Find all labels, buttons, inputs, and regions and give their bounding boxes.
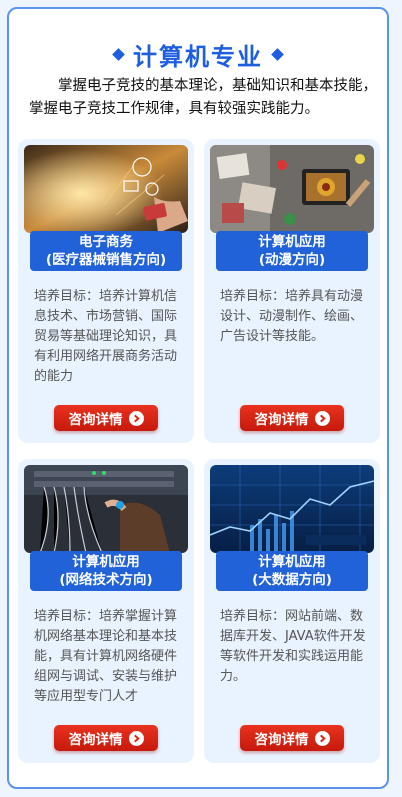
network-photo <box>24 465 188 553</box>
consult-button-label: 咨询详情 <box>68 412 123 428</box>
major-name: 电子商务 <box>79 234 133 250</box>
major-label: 电子商务 (医疗器械销售方向) <box>30 231 182 271</box>
major-direction: (动漫方向) <box>258 252 326 268</box>
content-frame: 计算机专业 掌握电子竞技的基本理论，基础知识和基本技能，掌握电子竞技工作规律，具… <box>7 7 389 789</box>
page-title: 计算机专业 <box>133 43 263 71</box>
chevron-right-icon <box>314 730 330 746</box>
consult-button[interactable]: 咨询详情 <box>240 725 344 751</box>
consult-button-label: 咨询详情 <box>254 412 309 428</box>
major-card-animation: 计算机应用 (动漫方向) 培养目标：培养具有动漫设计、动漫制作、绘画、广告设计等… <box>204 139 380 443</box>
diamond-right-icon <box>271 48 284 61</box>
major-description: 培养目标：培养具有动漫设计、动漫制作、绘画、广告设计等技能。 <box>220 289 364 344</box>
consult-button-label: 咨询详情 <box>68 732 123 748</box>
consult-button[interactable]: 咨询详情 <box>54 405 158 431</box>
bigdata-photo <box>210 465 374 553</box>
animation-photo <box>210 145 374 233</box>
major-card-ecommerce: 电子商务 (医疗器械销售方向) 培养目标：培养计算机信息技术、市场营销、国际贸易… <box>18 139 194 443</box>
major-card-bigdata: 计算机应用 (大数据方向) 培养目标：网站前端、数据库开发、JAVA软件开发等软… <box>204 459 380 763</box>
section-header: 计算机专业 <box>9 37 387 72</box>
diamond-left-icon <box>112 48 125 61</box>
chevron-right-icon <box>128 410 144 426</box>
major-name: 计算机应用 <box>258 554 326 570</box>
major-name: 计算机应用 <box>72 554 140 570</box>
major-label: 计算机应用 (网络技术方向) <box>30 551 182 591</box>
major-name: 计算机应用 <box>258 234 326 250</box>
major-direction: (网络技术方向) <box>59 572 153 588</box>
major-label: 计算机应用 (动漫方向) <box>216 231 368 271</box>
major-description: 培养目标：网站前端、数据库开发、JAVA软件开发等软件开发和实践运用能力。 <box>220 609 366 684</box>
intro-paragraph: 掌握电子竞技的基本理论，基础知识和基本技能，掌握电子竞技工作规律，具有较强实践能… <box>29 78 377 117</box>
major-description: 培养目标：培养计算机信息技术、市场营销、国际贸易等基础理论知识，具有利用网络开展… <box>34 289 178 384</box>
consult-button-label: 咨询详情 <box>254 732 309 748</box>
major-direction: (医疗器械销售方向) <box>45 252 167 268</box>
major-card-network: 计算机应用 (网络技术方向) 培养目标：培养掌握计算机网络基本理论和基本技能，具… <box>18 459 194 763</box>
ecommerce-photo <box>24 145 188 233</box>
major-direction: (大数据方向) <box>252 572 332 588</box>
chevron-right-icon <box>128 730 144 746</box>
consult-button[interactable]: 咨询详情 <box>54 725 158 751</box>
chevron-right-icon <box>314 410 330 426</box>
major-description: 培养目标：培养掌握计算机网络基本理论和基本技能，具有计算机网络硬件组网与调试、安… <box>34 609 178 704</box>
consult-button[interactable]: 咨询详情 <box>240 405 344 431</box>
major-label: 计算机应用 (大数据方向) <box>216 551 368 591</box>
